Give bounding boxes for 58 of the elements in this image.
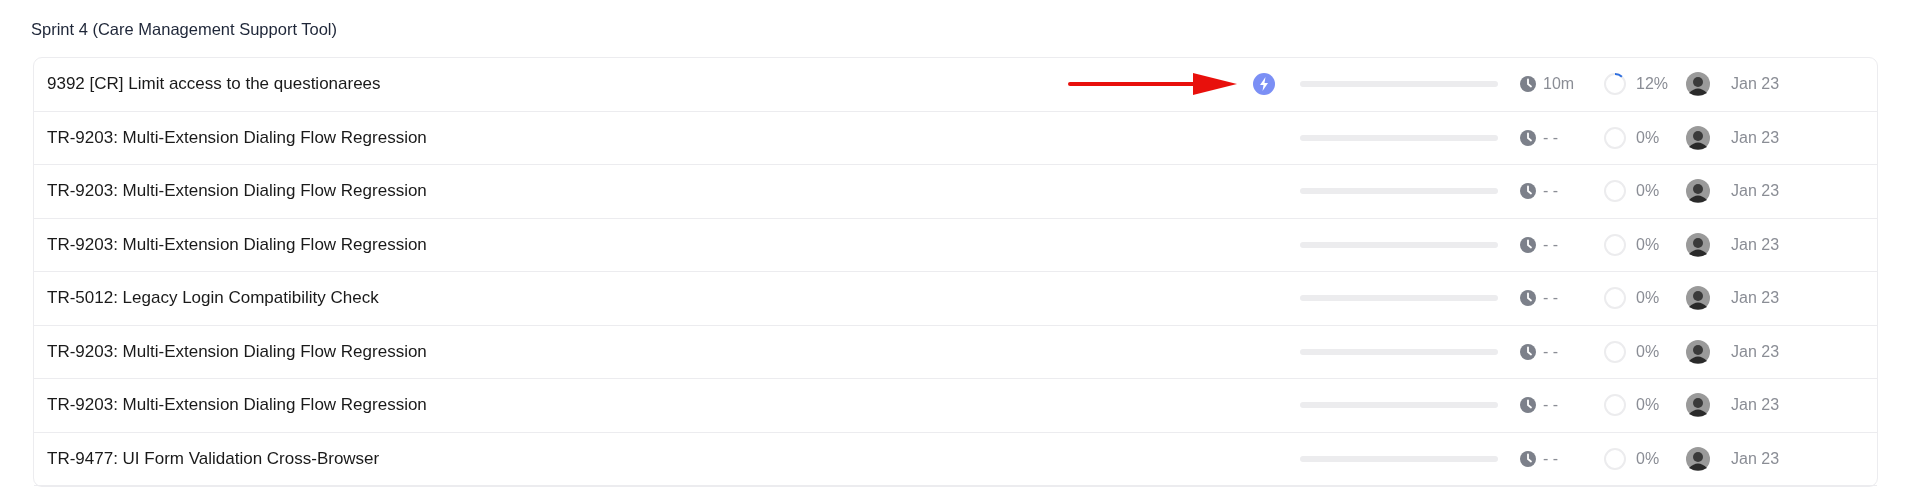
progress-percent: 0% xyxy=(1636,396,1661,415)
clock-icon xyxy=(1520,290,1536,307)
avatar-icon[interactable] xyxy=(1686,72,1710,97)
due-date: Jan 23 xyxy=(1731,128,1781,147)
progress-percent: 0% xyxy=(1636,235,1661,254)
time-estimate: - - xyxy=(1543,289,1560,308)
due-date: Jan 23 xyxy=(1731,289,1781,308)
clock-icon xyxy=(1520,183,1536,200)
avatar-icon[interactable] xyxy=(1686,393,1710,418)
task-title: 9392 [CR] Limit access to the questionarees xyxy=(47,74,382,95)
task-title: TR-5012: Legacy Login Compatibility Check xyxy=(47,288,380,309)
time-estimate: - - xyxy=(1543,342,1560,361)
clock-icon xyxy=(1520,129,1536,146)
time-estimate: - - xyxy=(1543,182,1560,201)
task-row[interactable]: TR-5012: Legacy Login Compatibility Check - - 0% Jan 23 xyxy=(34,272,1877,326)
progress-percent: 0% xyxy=(1636,182,1661,201)
task-title: TR-9203: Multi-Extension Dialing Flow Regression xyxy=(47,127,428,148)
progress-percent: 0% xyxy=(1636,449,1661,468)
due-date: Jan 23 xyxy=(1731,449,1781,468)
clock-icon xyxy=(1520,343,1536,360)
lightning-icon[interactable] xyxy=(1253,73,1275,96)
time-estimate: - - xyxy=(1543,128,1560,147)
progress-ring xyxy=(1603,72,1627,97)
due-date: Jan 23 xyxy=(1731,182,1781,201)
avatar-icon[interactable] xyxy=(1686,232,1710,257)
due-date: Jan 23 xyxy=(1731,342,1781,361)
task-title: TR-9203: Multi-Extension Dialing Flow Regression xyxy=(47,234,428,255)
due-date: Jan 23 xyxy=(1731,396,1781,415)
task-row[interactable]: TR-9477: UI Form Validation Cross-Browser - - 0% Jan 23 xyxy=(34,432,1877,486)
avatar-icon[interactable] xyxy=(1686,125,1710,150)
progress-percent: 0% xyxy=(1636,342,1661,361)
clock-icon xyxy=(1520,450,1536,467)
time-estimate: 10m xyxy=(1543,75,1576,94)
due-date: Jan 23 xyxy=(1731,75,1781,94)
clock-icon xyxy=(1520,236,1536,253)
task-row[interactable]: TR-9203: Multi-Extension Dialing Flow Regression - - 0% Jan 23 xyxy=(34,111,1877,165)
task-title: TR-9477: UI Form Validation Cross-Browser xyxy=(47,448,381,469)
progress-percent: 12% xyxy=(1636,75,1670,94)
progress-percent: 0% xyxy=(1636,128,1661,147)
section-title: Sprint 4 (Care Management Support Tool) xyxy=(30,19,339,40)
due-date: Jan 23 xyxy=(1731,235,1781,254)
task-row[interactable]: TR-9203: Multi-Extension Dialing Flow Regression - - 0% Jan 23 xyxy=(34,165,1877,219)
avatar-icon[interactable] xyxy=(1686,446,1710,471)
time-estimate: - - xyxy=(1543,396,1560,415)
progress-percent: 0% xyxy=(1636,289,1661,308)
task-row[interactable]: TR-9203: Multi-Extension Dialing Flow Regression - - 0% Jan 23 xyxy=(34,325,1877,379)
time-estimate: - - xyxy=(1543,235,1560,254)
task-row[interactable]: TR-9203: Multi-Extension Dialing Flow Regression - - 0% Jan 23 xyxy=(34,218,1877,272)
clock-icon xyxy=(1520,76,1536,93)
task-title: TR-9203: Multi-Extension Dialing Flow Regression xyxy=(47,395,428,416)
avatar-icon[interactable] xyxy=(1686,179,1710,204)
task-title: TR-9203: Multi-Extension Dialing Flow Regression xyxy=(47,341,428,362)
clock-icon xyxy=(1520,397,1536,414)
avatar-icon[interactable] xyxy=(1686,286,1710,311)
time-estimate: - - xyxy=(1543,449,1560,468)
avatar-icon[interactable] xyxy=(1686,339,1710,364)
task-title: TR-9203: Multi-Extension Dialing Flow Regression xyxy=(47,181,428,202)
task-row[interactable]: TR-9203: Multi-Extension Dialing Flow Regression - - 0% Jan 23 xyxy=(34,379,1877,433)
